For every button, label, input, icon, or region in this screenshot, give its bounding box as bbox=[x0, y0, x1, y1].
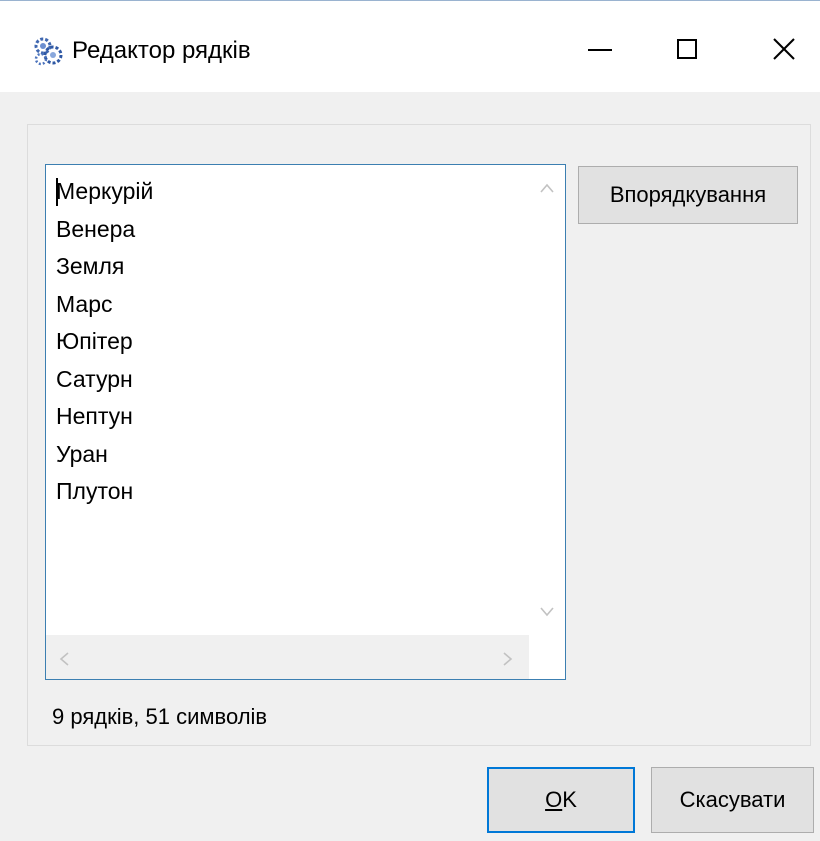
lines-memo[interactable]: Меркурій Венера Земля Марс Юпітер Сатурн… bbox=[45, 164, 566, 680]
memo-line: Марс bbox=[56, 290, 113, 317]
memo-line: Венера bbox=[56, 215, 136, 242]
memo-line: Меркурій bbox=[56, 178, 154, 204]
cancel-button[interactable]: Скасувати bbox=[651, 767, 814, 833]
memo-line: Уран bbox=[56, 440, 108, 467]
scrollbar-corner bbox=[529, 635, 565, 679]
minimize-button[interactable] bbox=[565, 21, 635, 77]
text-caret bbox=[56, 178, 58, 206]
ok-accelerator: O bbox=[545, 787, 563, 812]
horizontal-scrollbar[interactable] bbox=[46, 635, 530, 679]
ok-label-rest: K bbox=[562, 787, 577, 812]
memo-line: Плутон bbox=[56, 478, 134, 504]
sort-button[interactable]: Впорядкування bbox=[578, 166, 798, 224]
close-button[interactable] bbox=[749, 21, 819, 77]
maximize-button[interactable] bbox=[652, 21, 722, 77]
memo-line: Земля bbox=[56, 253, 125, 279]
scroll-up-icon[interactable] bbox=[539, 181, 555, 199]
gears-app-icon bbox=[33, 36, 63, 66]
title-bar[interactable]: Редактор рядків bbox=[0, 0, 820, 92]
memo-line: Юпітер bbox=[56, 328, 133, 354]
memo-line: Нептун bbox=[56, 403, 133, 429]
scroll-left-icon[interactable] bbox=[58, 651, 70, 672]
ok-button[interactable]: OK bbox=[487, 767, 635, 833]
maximize-icon bbox=[677, 39, 697, 59]
window-title: Редактор рядків bbox=[72, 37, 251, 64]
scroll-down-icon[interactable] bbox=[539, 605, 555, 623]
scroll-right-icon[interactable] bbox=[502, 651, 514, 672]
vertical-scrollbar[interactable] bbox=[529, 165, 565, 635]
memo-line: Сатурн bbox=[56, 365, 133, 392]
status-text: 9 рядків, 51 символів bbox=[52, 704, 268, 729]
minimize-icon bbox=[588, 49, 612, 51]
memo-lines: Меркурій Венера Земля Марс Юпітер Сатурн… bbox=[56, 173, 153, 511]
close-icon bbox=[773, 38, 795, 60]
